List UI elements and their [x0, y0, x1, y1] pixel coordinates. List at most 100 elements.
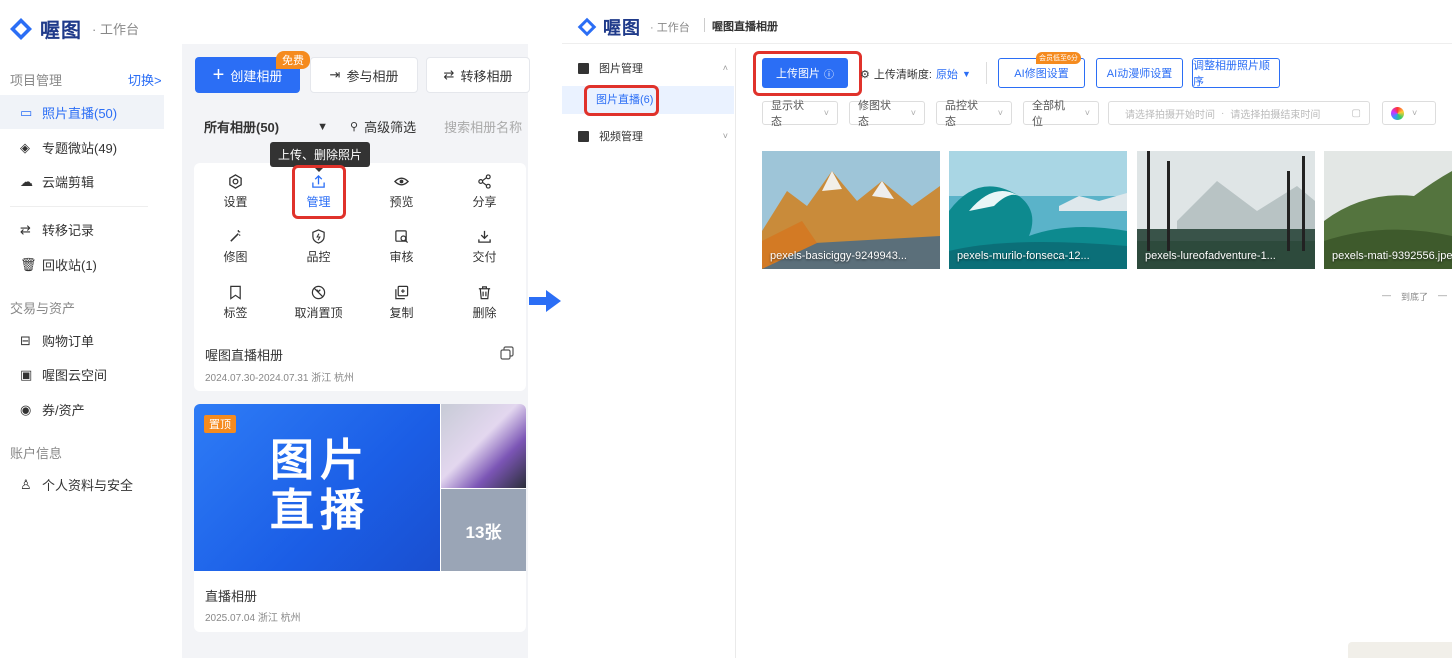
nav-video-management[interactable]: 视频管理 ˅ [578, 128, 728, 144]
nav-image-management[interactable]: 图片管理 ˄ [578, 60, 728, 76]
pin-badge: 置顶 [204, 415, 236, 433]
end-text: 到底了 [1401, 292, 1429, 302]
sidebar-item-recycle-bin[interactable]: 🗑 回收站(1) [0, 247, 164, 281]
album-action-label: 修图 [223, 249, 248, 264]
end-of-list: — 到底了 — [1382, 290, 1447, 303]
album-action-settings[interactable]: 设置 [194, 164, 277, 219]
sidebar-item-label: 个人资料与安全 [42, 477, 134, 493]
photo-caption: pexels-murilo-fonseca-12... [957, 250, 1090, 262]
sidebar: 项目管理 切换> ▭ 照片直播(50) ◈ 专题微站(49) ☁ 云端剪辑 ⇄ … [0, 55, 164, 658]
member-badge: 会员低至6分 [1036, 52, 1081, 64]
sidebar-item-label: 喔图云空间 [42, 367, 108, 383]
caret-down-icon[interactable]: ▼ [317, 121, 328, 133]
photo-card[interactable]: pexels-lureofadventure-1... [1137, 151, 1315, 269]
calendar-icon: ▢ [1351, 107, 1361, 119]
display-status-select[interactable]: 显示状态 ˅ [762, 100, 838, 128]
album-action-retouch[interactable]: 修图 [194, 219, 277, 274]
camera-position-select[interactable]: 全部机位 ˅ [1023, 100, 1099, 128]
album-action-label: 设置 [223, 194, 248, 209]
date-range-picker[interactable]: 请选择拍摄开始时间 · 请选择拍摄结束时间 ▢ [1108, 101, 1370, 125]
color-select[interactable]: ˅ [1382, 101, 1436, 125]
download-icon [478, 230, 491, 243]
video-icon [578, 130, 589, 142]
album-action-label: 删除 [472, 305, 497, 320]
join-album-label: 参与相册 [346, 68, 399, 84]
ai-anime-settings-button[interactable]: AI动漫师设置 [1096, 58, 1183, 88]
chevron-down-icon: ˅ [1084, 108, 1090, 118]
sidebar-item-label: 转移记录 [42, 222, 95, 238]
caret-down-icon[interactable]: ▼ [962, 69, 971, 79]
retouch-status-select[interactable]: 修图状态 ˅ [849, 100, 925, 128]
brand-logo[interactable]: 喔图 · 工作台 [576, 14, 690, 40]
plus-icon: + [212, 64, 225, 86]
range-separator: · [1221, 107, 1225, 119]
copy-link-icon[interactable] [500, 346, 514, 360]
transfer-album-label: 转移相册 [460, 68, 513, 84]
transfer-album-button[interactable]: ⇄ 转移相册 [426, 57, 530, 93]
clarity-select[interactable]: 原始 [936, 66, 958, 82]
album-action-copy[interactable]: 复制 [360, 275, 443, 330]
album-thumb [441, 404, 526, 488]
logo-icon [10, 17, 32, 40]
photo-card[interactable]: pexels-mati-9392556.jpeg [1324, 151, 1452, 269]
cover-text: 图片 直播 [270, 436, 370, 536]
clarity-label: 上传清晰度: [873, 69, 932, 81]
photo-order-button[interactable]: 调整相册照片顺序 [1192, 58, 1280, 88]
filter-icon: ⚲ [350, 121, 359, 133]
album-action-review[interactable]: 审核 [360, 219, 443, 274]
album-action-unpin[interactable]: 取消置顶 [277, 275, 360, 330]
sidebar-item-cloud-space[interactable]: ▣ 喔图云空间 [0, 357, 164, 391]
album-action-deliver[interactable]: 交付 [443, 219, 526, 274]
sidebar-item-cloud-edit[interactable]: ☁ 云端剪辑 [0, 164, 164, 198]
cover-line2: 直播 [270, 486, 370, 535]
album-action-delete[interactable]: 删除 [443, 275, 526, 330]
corner-overlay [1348, 642, 1452, 658]
album-card-live[interactable]: 置顶 图片 直播 13张 直播相册 2025.07.04 浙江 杭州 [194, 404, 526, 632]
brand-logo[interactable]: 喔图 · 工作台 [8, 14, 139, 43]
sidebar-item-photo-live[interactable]: ▭ 照片直播(50) [0, 95, 164, 129]
album-date: 2024.07.30-2024.07.31 浙江 杭州 [205, 373, 354, 384]
photo-card[interactable]: pexels-murilo-fonseca-12... [949, 151, 1127, 269]
photo-card[interactable]: pexels-basiciggy-9249943... [762, 151, 940, 269]
album-action-label: 审核 [389, 249, 414, 264]
sidebar-item-coupons[interactable]: ◉ 券/资产 [0, 392, 164, 426]
sidebar-item-label: 购物订单 [42, 333, 95, 349]
create-album-label: 创建相册 [230, 68, 283, 84]
album-search-input[interactable]: 搜索相册名称 [444, 117, 522, 136]
album-action-preview[interactable]: 预览 [360, 164, 443, 219]
album-title: 直播相册 [205, 589, 258, 604]
album-title: 喔图直播相册 [712, 21, 778, 33]
album-action-label: 交付 [472, 249, 497, 264]
photo-caption: pexels-basiciggy-9249943... [770, 250, 907, 262]
dash-left: — [1382, 290, 1391, 300]
album-action-label: 分享 [472, 194, 497, 209]
switch-link[interactable]: 切换> [128, 70, 162, 89]
sidebar-section-account: 账户信息 [10, 446, 63, 461]
cloud-icon: ☁ [20, 174, 33, 189]
date-start-input[interactable]: 请选择拍摄开始时间 [1125, 106, 1215, 121]
date-end-input[interactable]: 请选择拍摄结束时间 [1230, 106, 1320, 121]
coupon-icon: ◉ [20, 402, 32, 417]
brand-name: 喔图 [603, 18, 641, 38]
all-albums-select[interactable]: 所有相册(50) [204, 117, 279, 136]
top-header [562, 8, 1452, 44]
select-label: 修图状态 [858, 100, 891, 128]
album-title[interactable]: 喔图直播相册 [205, 345, 283, 364]
sidebar-item-label: 券/资产 [42, 402, 85, 418]
album-action-share[interactable]: 分享 [443, 164, 526, 219]
join-album-button[interactable]: ⇥ 参与相册 [310, 57, 418, 93]
advanced-filter-button[interactable]: 高级筛选 [364, 117, 416, 136]
album-action-quality[interactable]: 品控 [277, 219, 360, 274]
album-action-tag[interactable]: 标签 [194, 275, 277, 330]
layers-icon: ◈ [20, 140, 30, 155]
chevron-up-icon: ˄ [722, 63, 728, 73]
sidebar-item-special-site[interactable]: ◈ 专题微站(49) [0, 130, 164, 164]
filter-row: 所有相册(50) ▼ ⚲ 高级筛选 搜索相册名称 [204, 117, 522, 136]
sidebar-item-orders[interactable]: ⊟ 购物订单 [0, 323, 164, 357]
sidebar-item-profile[interactable]: ♙ 个人资料与安全 [0, 467, 164, 501]
copy-icon [395, 285, 409, 299]
album-date: 2025.07.04 浙江 杭州 [205, 613, 301, 624]
shield-icon [312, 228, 325, 244]
quality-status-select[interactable]: 品控状态 ˅ [936, 100, 1012, 128]
sidebar-item-transfer-record[interactable]: ⇄ 转移记录 [0, 212, 164, 246]
